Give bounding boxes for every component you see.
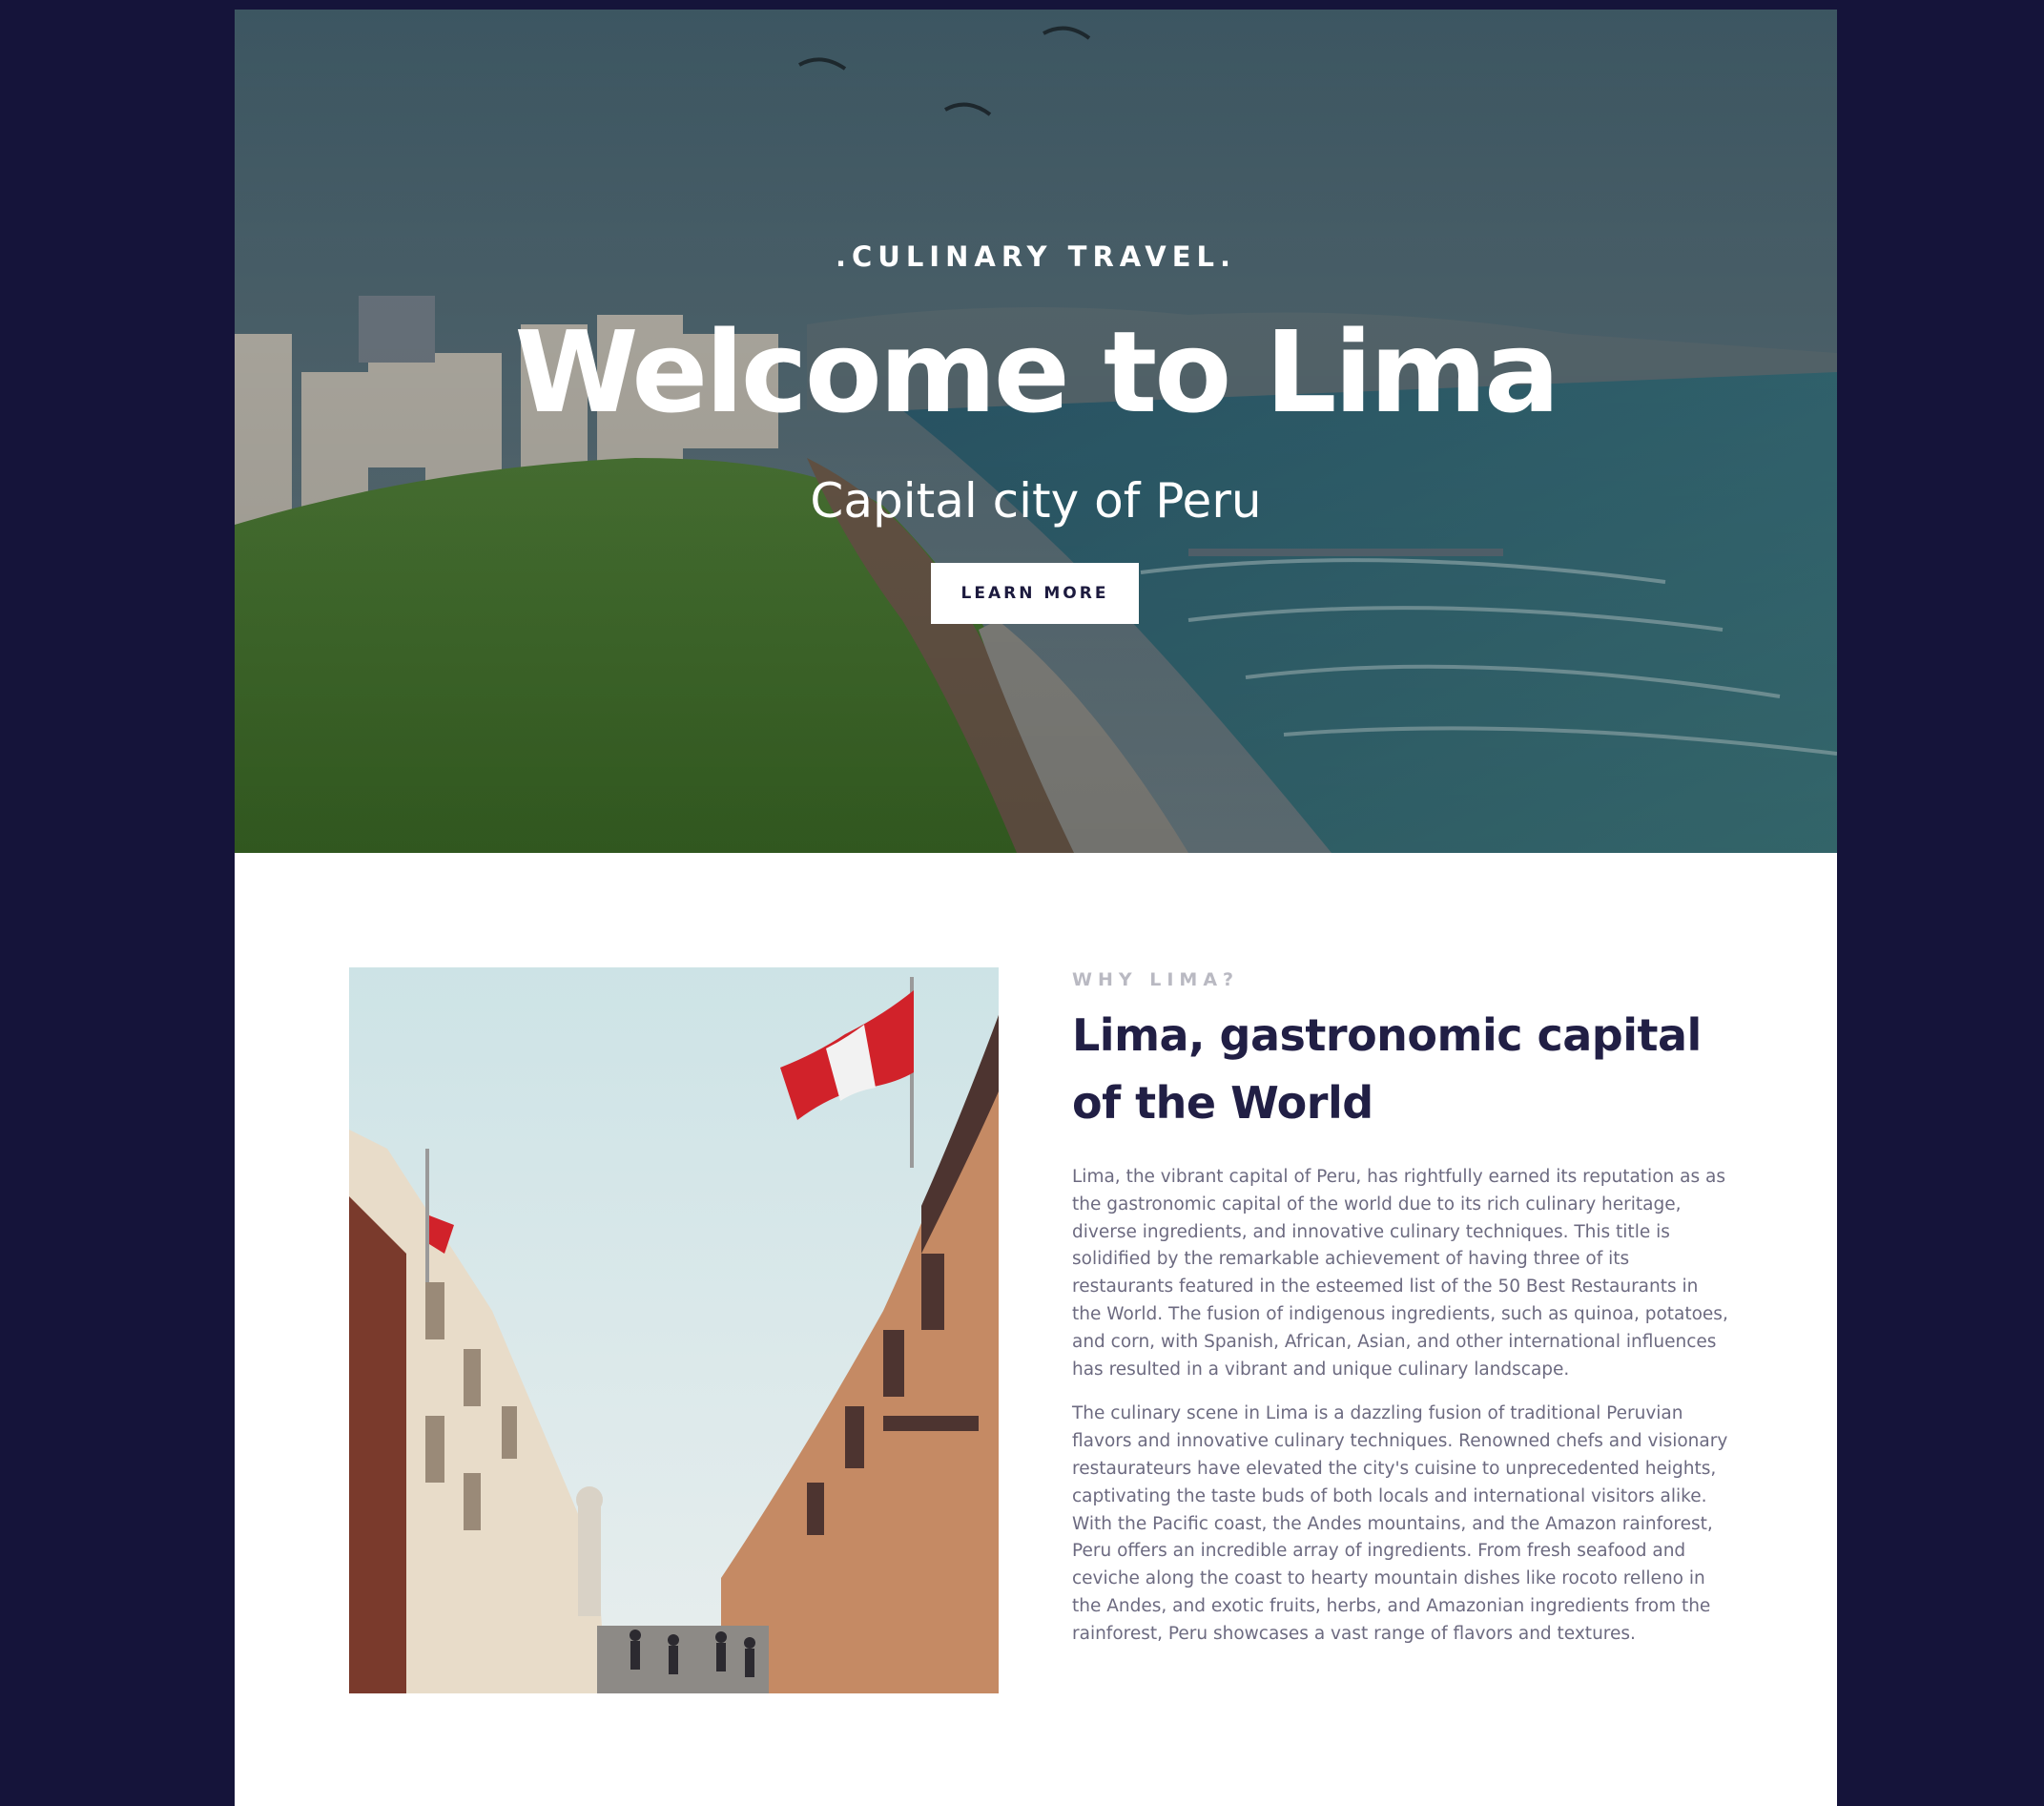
section-eyebrow: WHY LIMA?: [1072, 969, 1240, 990]
hero-title: Welcome to Lima: [514, 306, 1559, 438]
about-text-column: WHY LIMA? Lima, gastronomic capital of t…: [1072, 967, 1730, 1649]
learn-more-button[interactable]: LEARN MORE: [931, 563, 1139, 624]
lima-street-photo: [349, 967, 999, 1693]
section-heading: Lima, gastronomic capital of the World: [1072, 1009, 1702, 1129]
hero-section: .CULINARY TRAVEL. Welcome to Lima Capita…: [235, 10, 1837, 853]
hero-eyebrow: .CULINARY TRAVEL.: [835, 240, 1236, 273]
hero-subtitle: Capital city of Peru: [810, 473, 1262, 529]
page-container: .CULINARY TRAVEL. Welcome to Lima Capita…: [235, 10, 1837, 1806]
about-paragraph-2: The culinary scene in Lima is a dazzling…: [1072, 1403, 1728, 1644]
about-paragraph-1: Lima, the vibrant capital of Peru, has r…: [1072, 1167, 1728, 1380]
